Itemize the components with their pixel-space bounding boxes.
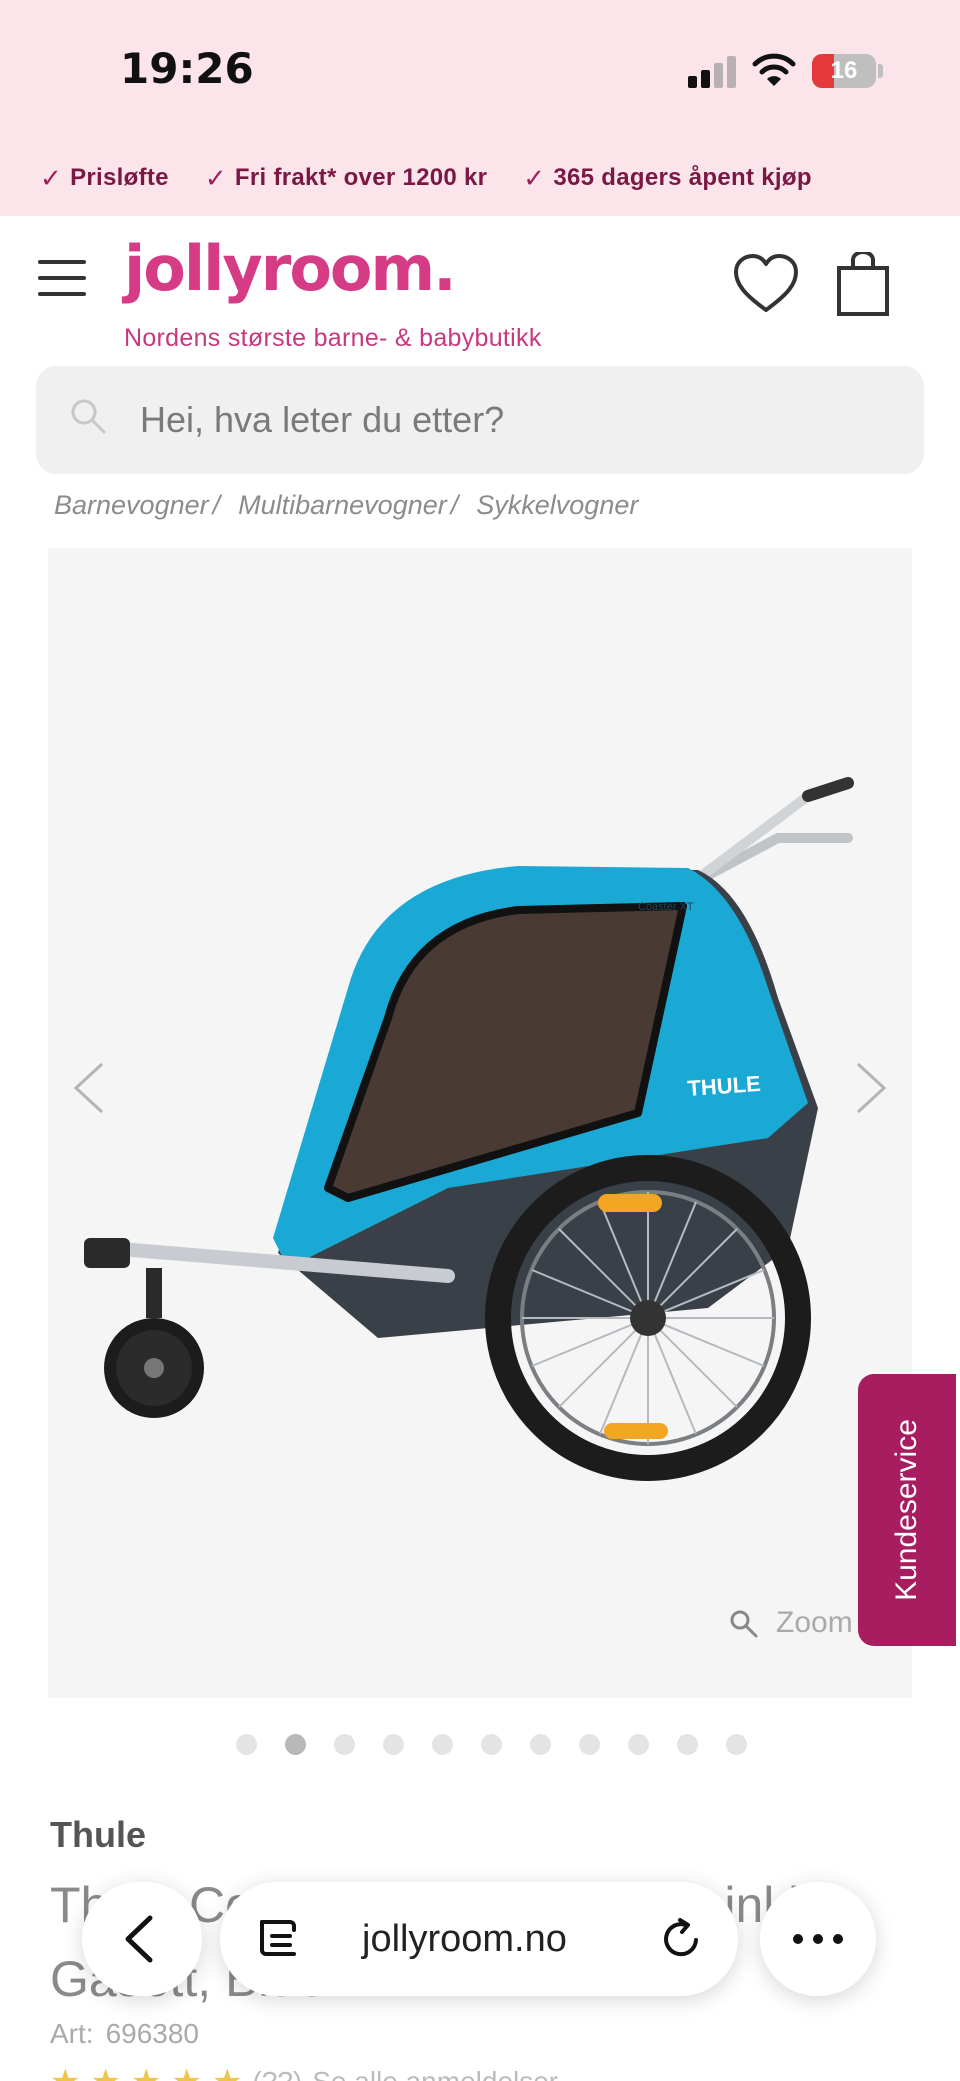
zoom-button[interactable]: Zoom: [728, 1606, 853, 1640]
breadcrumb-separator: /: [450, 490, 459, 520]
more-icon: [793, 1934, 843, 1944]
shopping-bag-icon[interactable]: [836, 252, 890, 316]
pagination-dot[interactable]: [285, 1734, 306, 1755]
star-icon: ★: [50, 2062, 80, 2081]
pagination-dot[interactable]: [628, 1734, 649, 1755]
tabs-icon[interactable]: [256, 1916, 300, 1962]
breadcrumb-item[interactable]: Multibarnevogner: [238, 490, 447, 521]
rating-count: (??): [252, 2066, 302, 2081]
gallery-pagination: [236, 1734, 747, 1755]
usp-item: ✓ Fri frakt* over 1200 kr: [205, 163, 487, 194]
usp-item: ✓ 365 dagers åpent kjøp: [523, 163, 812, 194]
star-icon: ★: [90, 2062, 120, 2081]
star-icon: ★: [131, 2062, 161, 2081]
article-value: 696380: [105, 2018, 199, 2049]
chevron-left-icon: [125, 1915, 153, 1963]
cellular-signal-icon: [688, 56, 738, 88]
usp-item: ✓ Prisløfte: [40, 163, 169, 194]
reviews-link[interactable]: Se alle anmeldelser: [312, 2066, 558, 2081]
breadcrumb: Barnevogner / Multibarnevogner / Sykkelvog…: [54, 490, 638, 521]
product-brand[interactable]: Thule: [50, 1814, 146, 1856]
battery-tip: [878, 64, 883, 78]
site-header: jollyroom. Nordens største barne- & baby…: [0, 216, 960, 366]
browser-more-button[interactable]: [760, 1882, 876, 1996]
breadcrumb-separator: /: [212, 490, 221, 520]
wifi-icon: [752, 53, 796, 86]
search-input[interactable]: [140, 366, 900, 474]
battery-icon: 16: [812, 54, 876, 88]
menu-icon[interactable]: [38, 260, 86, 296]
usp-label: Prisløfte: [70, 164, 169, 191]
status-time: 19:26: [120, 44, 254, 93]
check-icon: ✓: [40, 162, 63, 193]
browser-back-button[interactable]: [82, 1882, 202, 1996]
product-rating[interactable]: ★ ★ ★ ★ ★ (??) Se alle anmeldelser: [50, 2062, 558, 2081]
zoom-icon: [730, 1610, 758, 1638]
star-icon: ★: [212, 2062, 242, 2081]
pagination-dot[interactable]: [334, 1734, 355, 1755]
check-icon: ✓: [204, 162, 227, 193]
usp-bar: ✓ Prisløfte ✓ Fri frakt* over 1200 kr ✓ …: [0, 140, 960, 216]
pagination-dot[interactable]: [677, 1734, 698, 1755]
heart-icon[interactable]: [732, 252, 800, 316]
pagination-dot[interactable]: [383, 1734, 404, 1755]
breadcrumb-item[interactable]: Sykkelvogner: [476, 490, 638, 521]
zoom-label: Zoom: [776, 1606, 853, 1639]
star-icon: ★: [171, 2062, 201, 2081]
pagination-dot[interactable]: [432, 1734, 453, 1755]
reload-icon[interactable]: [660, 1918, 702, 1960]
pagination-dot[interactable]: [726, 1734, 747, 1755]
breadcrumb-item[interactable]: Barnevogner: [54, 490, 209, 521]
pagination-dot[interactable]: [530, 1734, 551, 1755]
pagination-dot[interactable]: [236, 1734, 257, 1755]
usp-label: Fri frakt* over 1200 kr: [234, 164, 488, 191]
svg-text:Coaster XT: Coaster XT: [638, 901, 694, 913]
search-bar: [36, 366, 924, 474]
search-icon: [71, 399, 106, 434]
pagination-dot[interactable]: [481, 1734, 502, 1755]
site-tagline: Nordens største barne- & babybutikk: [124, 324, 542, 352]
site-logo[interactable]: jollyroom.: [124, 232, 457, 305]
customer-service-label: Kundeservice: [890, 1419, 923, 1601]
product-image[interactable]: THULE Coaster XT: [48, 548, 912, 1698]
chevron-left-icon[interactable]: [68, 1058, 108, 1118]
customer-service-tab[interactable]: Kundeservice: [858, 1374, 956, 1646]
check-icon: ✓: [523, 162, 546, 193]
pagination-dot[interactable]: [579, 1734, 600, 1755]
usp-label: 365 dagers åpent kjøp: [553, 164, 812, 191]
browser-url[interactable]: jollyroom.no: [362, 1882, 567, 1996]
article-number: Art: 696380: [50, 2018, 199, 2050]
browser-address-bar[interactable]: jollyroom.no: [220, 1882, 738, 1996]
article-label: Art:: [50, 2018, 94, 2049]
battery-level: 16: [830, 57, 858, 84]
svg-text:THULE: THULE: [687, 1071, 762, 1101]
product-gallery[interactable]: THULE Coaster XT Zoom: [48, 548, 912, 1698]
status-bar: 19:26 16: [0, 0, 960, 140]
chevron-right-icon[interactable]: [852, 1058, 892, 1118]
